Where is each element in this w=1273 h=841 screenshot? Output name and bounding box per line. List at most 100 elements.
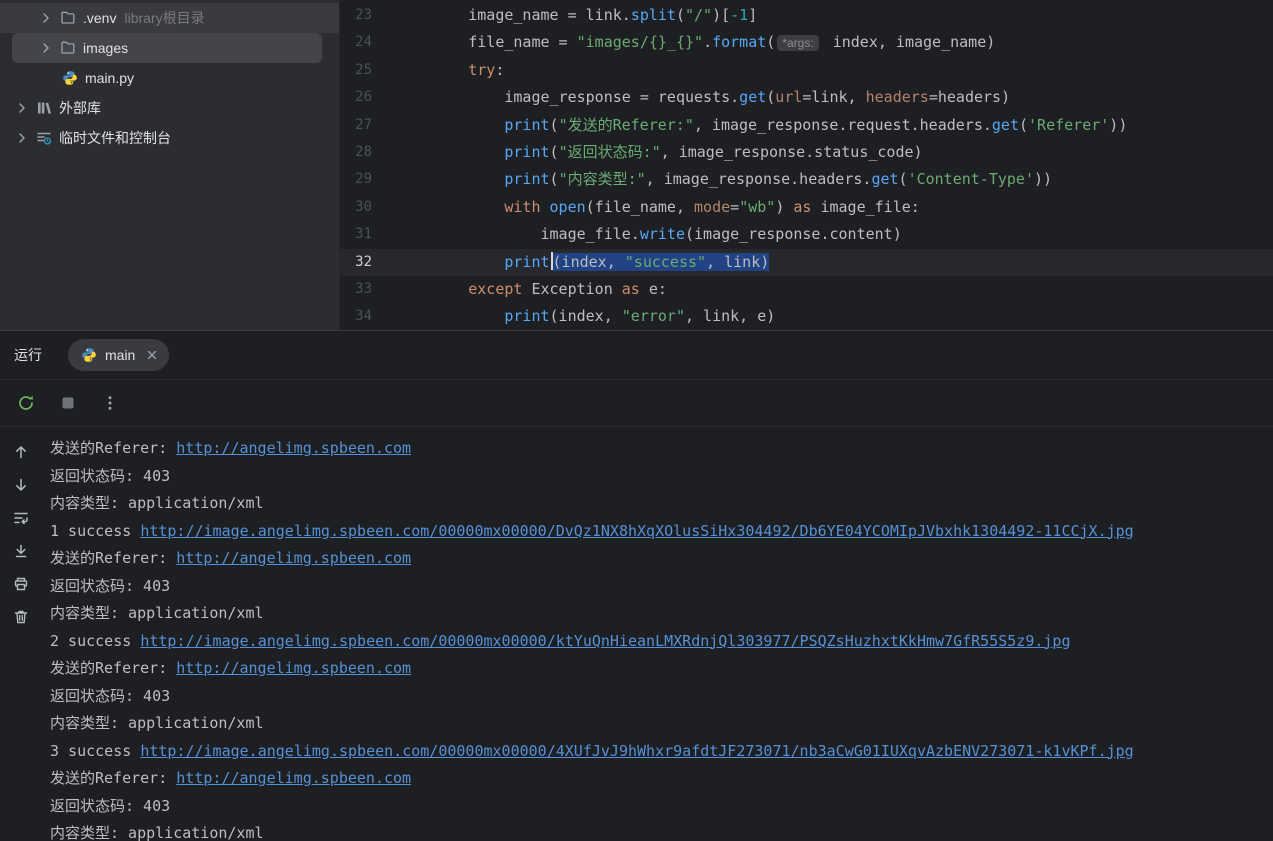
code-text: image_file.write(image_response.content) xyxy=(396,221,1273,248)
line-number[interactable]: 31 xyxy=(340,221,396,248)
code-token: "/" xyxy=(685,6,713,24)
code-token: . xyxy=(703,33,713,52)
editor-line[interactable]: 24 file_name = "images/{}_{}".format(*ar… xyxy=(340,29,1273,56)
clear-icon[interactable] xyxy=(8,604,34,630)
tree-item-label: .venv xyxy=(83,10,117,26)
code-text: file_name = "images/{}_{}".format(*args:… xyxy=(396,29,1273,56)
line-number[interactable]: 25 xyxy=(340,57,396,84)
editor-line[interactable]: 30 with open(file_name, mode="wb") as im… xyxy=(340,194,1273,221)
code-token: Exception xyxy=(522,279,622,298)
console-line: 3 success http://image.angelimg.spbeen.c… xyxy=(50,738,1273,766)
project-tree-panel: .venv library根目录 images main.py 外部库 临时文件和控制台 xyxy=(0,0,340,330)
code-token: try xyxy=(468,60,496,79)
console-text: 返回状态码: 403 xyxy=(50,466,171,485)
soft-wrap-icon[interactable] xyxy=(8,505,34,531)
code-token: = xyxy=(730,197,740,216)
line-number[interactable]: 29 xyxy=(340,166,396,193)
console-text: 内容类型: application/xml xyxy=(50,824,264,841)
run-tab-label: main xyxy=(105,347,136,363)
console-output[interactable]: 发送的Referer: http://angelimg.spbeen.com 返回… xyxy=(42,427,1273,841)
console-link[interactable]: http://image.angelimg.spbeen.com/00000mx… xyxy=(140,522,1133,540)
code-token: print xyxy=(504,115,550,134)
line-number[interactable]: 27 xyxy=(340,112,396,139)
chevron-right-icon[interactable] xyxy=(14,100,30,116)
project-tree: .venv library根目录 images main.py 外部库 临时文件和控制台 xyxy=(0,3,339,153)
console-link[interactable]: http://angelimg.spbeen.com xyxy=(176,769,411,787)
code-token: ( xyxy=(549,170,559,189)
code-token: "wb" xyxy=(739,197,776,216)
code-token: as xyxy=(793,197,812,216)
line-number[interactable]: 32 xyxy=(340,249,396,276)
rerun-icon[interactable] xyxy=(13,390,39,416)
tree-item-venv[interactable]: .venv library根目录 xyxy=(0,3,339,33)
tree-item-scratches-and-consoles[interactable]: 临时文件和控制台 xyxy=(0,123,339,153)
tree-item-external-libraries[interactable]: 外部库 xyxy=(0,93,339,123)
run-header: 运行 main xyxy=(0,331,1273,380)
console-line: 内容类型: application/xml xyxy=(50,490,1273,518)
code-token: image_file. xyxy=(396,225,640,244)
code-token: (image_response.content) xyxy=(685,225,902,244)
ide-window: .venv library根目录 images main.py 外部库 临时文件和控制台 … xyxy=(0,0,1273,841)
code-text: image_response = requests.get(url=link, … xyxy=(396,84,1273,111)
arrow-down-icon[interactable] xyxy=(8,472,34,498)
code-token: with xyxy=(504,197,541,216)
console-link[interactable]: http://image.angelimg.spbeen.com/00000mx… xyxy=(140,632,1070,650)
editor-line[interactable]: 28 print("返回状态码:", image_response.status… xyxy=(340,139,1273,166)
console-link[interactable]: http://angelimg.spbeen.com xyxy=(176,659,411,677)
line-number[interactable]: 33 xyxy=(340,276,396,303)
scroll-to-end-icon[interactable] xyxy=(8,538,34,564)
close-icon[interactable] xyxy=(145,348,159,362)
code-token: "images/{}_{}" xyxy=(576,33,704,52)
code-token: )) xyxy=(1034,170,1053,189)
console-line: 内容类型: application/xml xyxy=(50,600,1273,628)
code-token: "error" xyxy=(621,307,685,326)
line-number[interactable]: 34 xyxy=(340,303,396,330)
line-number[interactable]: 30 xyxy=(340,194,396,221)
code-token: ( xyxy=(675,6,685,24)
editor-line[interactable]: 31 image_file.write(image_response.conte… xyxy=(340,221,1273,248)
console-link[interactable]: http://image.angelimg.spbeen.com/00000mx… xyxy=(140,742,1133,760)
line-number[interactable]: 26 xyxy=(340,84,396,111)
editor-line[interactable]: 23 image_name = link.split("/")[-1] xyxy=(340,2,1273,29)
editor-line[interactable]: 32 print (index, "success", link) xyxy=(340,248,1273,276)
chevron-right-icon[interactable] xyxy=(38,10,54,26)
editor-line[interactable]: 26 image_response = requests.get(url=lin… xyxy=(340,84,1273,111)
run-tab-main[interactable]: main xyxy=(68,339,170,371)
print-icon[interactable] xyxy=(8,571,34,597)
editor-line[interactable]: 25 try: xyxy=(340,57,1273,84)
chevron-right-icon[interactable] xyxy=(14,130,30,146)
console-line: 内容类型: application/xml xyxy=(50,710,1273,738)
tree-item-images[interactable]: images xyxy=(12,33,322,63)
editor-line[interactable]: 29 print("内容类型:", image_response.headers… xyxy=(340,166,1273,193)
code-token: get xyxy=(991,115,1019,134)
arrow-up-icon[interactable] xyxy=(8,439,34,465)
line-number[interactable]: 28 xyxy=(340,139,396,166)
console-line: 1 success http://image.angelimg.spbeen.c… xyxy=(50,518,1273,546)
console-line: 2 success http://image.angelimg.spbeen.c… xyxy=(50,628,1273,656)
code-token: e: xyxy=(639,279,667,298)
line-number[interactable]: 24 xyxy=(340,29,396,56)
code-token: : xyxy=(495,60,505,79)
code-text: print("发送的Referer:", image_response.requ… xyxy=(396,112,1273,139)
more-icon[interactable] xyxy=(97,390,123,416)
editor-line[interactable]: 34 print(index, "error", link, e) xyxy=(340,303,1273,330)
code-token: , image_response.headers. xyxy=(645,170,872,189)
console-link[interactable]: http://angelimg.spbeen.com xyxy=(176,549,411,567)
code-token: ( xyxy=(766,33,776,52)
console-link[interactable]: http://angelimg.spbeen.com xyxy=(176,439,411,457)
code-editor[interactable]: 23 image_name = link.split("/")[-1] 24 fi… xyxy=(340,0,1273,330)
editor-line[interactable]: 33 except Exception as e: xyxy=(340,276,1273,303)
code-text: with open(file_name, mode="wb") as image… xyxy=(396,194,1273,221)
line-number[interactable]: 23 xyxy=(340,2,396,29)
chevron-right-icon[interactable] xyxy=(38,40,54,56)
editor-line[interactable]: 27 print("发送的Referer:", image_response.r… xyxy=(340,112,1273,139)
code-token: image_response = requests. xyxy=(396,88,740,107)
run-toolbar xyxy=(0,380,1273,427)
stop-icon[interactable] xyxy=(55,390,81,416)
tree-item-main-py[interactable]: main.py xyxy=(0,63,339,93)
code-token: print xyxy=(504,252,550,271)
code-token: ( xyxy=(898,170,908,189)
